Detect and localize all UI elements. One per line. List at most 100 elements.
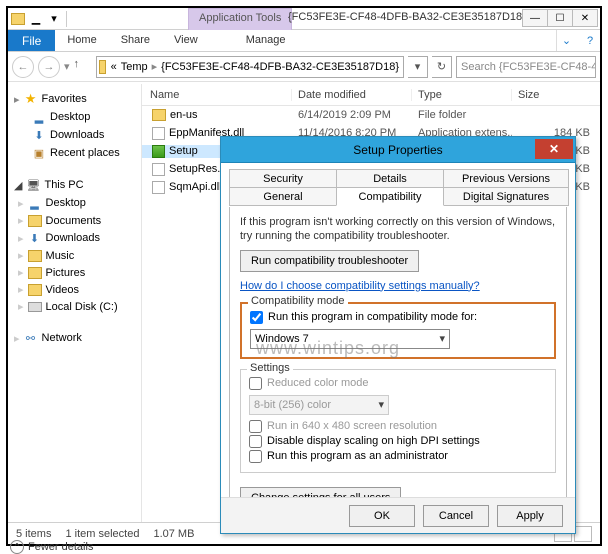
nav-item-videos[interactable]: ▸ Videos: [14, 281, 141, 298]
nav-item-downloads2[interactable]: ▸ ⬇ Downloads: [14, 229, 141, 247]
chevron-right-icon: ▸: [14, 332, 20, 345]
chevron-right-icon: ▸: [18, 249, 24, 262]
checkbox-label: Reduced color mode: [267, 377, 369, 389]
folder-icon: [10, 11, 26, 27]
nav-label: This PC: [44, 179, 83, 191]
nav-item-music[interactable]: ▸ Music: [14, 247, 141, 264]
col-type[interactable]: Type: [412, 89, 512, 101]
nav-label: Documents: [46, 215, 102, 227]
run-compat-checkbox[interactable]: Run this program in compatibility mode f…: [250, 310, 546, 325]
file-name: Setup: [169, 145, 198, 157]
color-depth-select: 8-bit (256) color: [249, 395, 389, 415]
help-link[interactable]: How do I choose compatibility settings m…: [240, 280, 480, 292]
ribbon-context-tab[interactable]: Application Tools: [188, 8, 292, 30]
dialog-tabs: Security Details Previous Versions Gener…: [229, 169, 567, 207]
ribbon-menu: File Home Share View Manage ⌄ ?: [8, 30, 600, 52]
cancel-button[interactable]: Cancel: [423, 505, 489, 527]
chevron-right-icon: ▸: [18, 232, 24, 245]
history-dropdown-icon[interactable]: ▾: [64, 60, 70, 73]
up-button[interactable]: ↑: [74, 58, 92, 76]
col-date[interactable]: Date modified: [292, 89, 412, 101]
tab-digital-signatures[interactable]: Digital Signatures: [443, 187, 569, 206]
dialog-titlebar[interactable]: Setup Properties ✕: [221, 137, 575, 163]
navigation-pane: ▸ ★ Favorites ▂ Desktop ⬇ Downloads ▣ Re…: [8, 84, 142, 522]
breadcrumb[interactable]: «: [109, 61, 119, 73]
minimize-button[interactable]: —: [522, 9, 548, 27]
address-bar[interactable]: « Temp ▸ {FC53FE3E-CF48-4DFB-BA32-CE3E35…: [96, 56, 404, 78]
reduced-color-checkbox[interactable]: Reduced color mode: [249, 376, 547, 391]
view-tab[interactable]: View: [162, 30, 210, 51]
compat-os-select[interactable]: Windows 7: [250, 329, 450, 349]
table-row[interactable]: en-us 6/14/2019 2:09 PM File folder: [142, 106, 600, 124]
nav-item-downloads[interactable]: ⬇ Downloads: [14, 126, 141, 144]
nav-label: Desktop: [50, 111, 90, 123]
nav-item-desktop2[interactable]: ▸ ▂ Desktop: [14, 194, 141, 212]
tab-general[interactable]: General: [229, 187, 337, 206]
folder-icon: [99, 60, 106, 74]
run-as-admin-checkbox[interactable]: Run this program as an administrator: [249, 449, 547, 464]
nav-item-documents[interactable]: ▸ Documents: [14, 212, 141, 229]
chevron-right-icon: ▸: [18, 266, 24, 279]
forward-button[interactable]: →: [38, 56, 60, 78]
maximize-button[interactable]: ☐: [547, 9, 573, 27]
thispc-group[interactable]: ◢ 🖥 This PC: [14, 176, 141, 194]
dialog-close-button[interactable]: ✕: [535, 139, 573, 159]
manage-tab[interactable]: Manage: [234, 30, 298, 51]
downloads-icon: ⬇: [32, 128, 46, 142]
checkbox-input[interactable]: [249, 377, 262, 390]
group-label: Compatibility mode: [248, 295, 348, 307]
checkbox-label: Disable display scaling on high DPI sett…: [267, 435, 480, 447]
qat-dropdown[interactable]: ▾: [46, 11, 62, 27]
dll-icon: [152, 181, 165, 194]
nav-label: Desktop: [46, 197, 86, 209]
status-item-count: 5 items: [16, 528, 51, 540]
run-troubleshooter-button[interactable]: Run compatibility troubleshooter: [240, 250, 419, 272]
tab-security[interactable]: Security: [229, 169, 337, 188]
nav-item-desktop[interactable]: ▂ Desktop: [14, 108, 141, 126]
tab-details[interactable]: Details: [336, 169, 444, 188]
nav-item-recent[interactable]: ▣ Recent places: [14, 144, 141, 162]
props-icon[interactable]: ▁: [28, 11, 44, 27]
ok-button[interactable]: OK: [349, 505, 415, 527]
close-button[interactable]: ✕: [572, 9, 598, 27]
desktop-icon: ▂: [28, 196, 42, 210]
search-placeholder: Search {FC53FE3E-CF48-4DFB...: [461, 61, 596, 73]
chevron-down-icon: ◢: [14, 179, 22, 192]
dpi-scaling-checkbox[interactable]: Disable display scaling on high DPI sett…: [249, 434, 547, 449]
app-icon: [152, 145, 165, 158]
refresh-button[interactable]: ↻: [432, 56, 452, 78]
checkbox-input[interactable]: [250, 311, 263, 324]
help-icon[interactable]: ?: [580, 30, 600, 51]
share-tab[interactable]: Share: [109, 30, 162, 51]
nav-item-localdisk[interactable]: ▸ Local Disk (C:): [14, 298, 141, 315]
search-input[interactable]: Search {FC53FE3E-CF48-4DFB... 🔍: [456, 56, 596, 78]
checkbox-input[interactable]: [249, 435, 262, 448]
nav-label: Pictures: [46, 267, 86, 279]
file-tab[interactable]: File: [8, 30, 55, 51]
nav-label: Downloads: [50, 129, 104, 141]
res-640-checkbox[interactable]: Run in 640 x 480 screen resolution: [249, 419, 547, 434]
col-name[interactable]: Name: [142, 89, 292, 101]
tab-previous-versions[interactable]: Previous Versions: [443, 169, 569, 188]
network-group[interactable]: ▸ ⚯ Network: [14, 329, 141, 347]
breadcrumb[interactable]: {FC53FE3E-CF48-4DFB-BA32-CE3E35187D18}: [159, 61, 401, 73]
recent-icon: ▣: [32, 146, 46, 160]
checkbox-input[interactable]: [249, 420, 262, 433]
back-button[interactable]: ←: [12, 56, 34, 78]
checkbox-input[interactable]: [249, 450, 262, 463]
window-titlebar: ▁ ▾ Application Tools {FC53FE3E-CF48-4DF…: [8, 8, 600, 30]
breadcrumb[interactable]: Temp: [119, 61, 150, 73]
apply-button[interactable]: Apply: [497, 505, 563, 527]
favorites-group[interactable]: ▸ ★ Favorites: [14, 90, 141, 108]
chevron-right-icon[interactable]: ▸: [150, 60, 160, 73]
nav-label: Network: [42, 332, 82, 344]
column-headers: Name Date modified Type Size: [142, 84, 600, 106]
nav-item-pictures[interactable]: ▸ Pictures: [14, 264, 141, 281]
home-tab[interactable]: Home: [55, 30, 108, 51]
tab-compatibility[interactable]: Compatibility: [336, 187, 444, 206]
folder-icon: [28, 215, 42, 227]
ribbon-expand-icon[interactable]: ⌄: [556, 30, 576, 51]
address-dropdown-icon[interactable]: ▾: [408, 56, 428, 78]
col-size[interactable]: Size: [512, 89, 600, 101]
icons-view-icon[interactable]: [574, 526, 592, 542]
